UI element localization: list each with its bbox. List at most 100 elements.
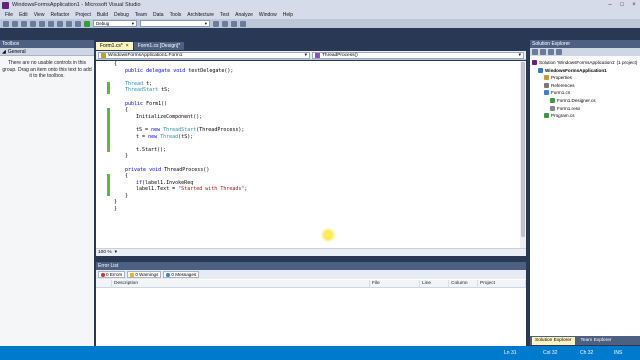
- code-line: tS = new ThreadStart(ThreadProcess);: [136, 126, 245, 133]
- new-project-icon[interactable]: [3, 20, 9, 27]
- member-combo[interactable]: ThreadProcess() ▾: [312, 51, 524, 59]
- project-icon: [538, 67, 543, 73]
- toolbox-group-general[interactable]: ◢ General: [0, 48, 94, 56]
- start-debugging-icon[interactable]: [84, 20, 90, 27]
- tree-item-label: Form1.resx: [557, 105, 581, 111]
- window-title: WindowsFormsApplication1 - Microsoft Vis…: [12, 2, 141, 8]
- column-line[interactable]: Line: [420, 279, 449, 288]
- code-line: label1.Text = "Started with Threads";: [136, 186, 248, 193]
- tab-label: Form1.cs [Design]*: [137, 43, 181, 49]
- menu-help[interactable]: Help: [280, 12, 296, 18]
- error-list-title: Error List: [98, 263, 119, 269]
- messages-filter-button[interactable]: 0 Messages: [163, 271, 200, 278]
- status-bar: Ln 31 Col 32 Ch 32 INS: [0, 346, 640, 360]
- editor-tab-strip: Form1.cs* × Form1.cs [Design]*: [96, 42, 526, 50]
- refresh-icon[interactable]: [548, 49, 554, 55]
- solution-tree-item[interactable]: References: [544, 82, 575, 88]
- redo-icon[interactable]: [75, 20, 81, 27]
- solution-tree-item[interactable]: Form1.Designer.cs: [550, 98, 596, 103]
- menu-debug[interactable]: Debug: [111, 12, 132, 18]
- save-icon[interactable]: [21, 20, 27, 27]
- properties-icon[interactable]: [532, 49, 538, 55]
- navigation-bar: WindowsFormsApplication1.Form1 ▾ ThreadP…: [96, 51, 526, 60]
- tree-item-label: Form1.cs: [551, 90, 571, 96]
- menu-tools[interactable]: Tools: [167, 12, 185, 18]
- menu-window[interactable]: Window: [256, 12, 280, 18]
- tree-item-label: Properties: [551, 75, 572, 81]
- cut-icon[interactable]: [39, 20, 45, 27]
- tab-team-explorer[interactable]: Team Explorer: [578, 337, 615, 345]
- tree-item-label: Form1.Designer.cs: [557, 98, 596, 103]
- cs-file-icon: [544, 113, 549, 119]
- solution-tree-item[interactable]: Form1.cs: [544, 90, 571, 96]
- collapse-triangle-icon: ◢: [2, 48, 6, 55]
- menu-view[interactable]: View: [31, 12, 48, 18]
- chevron-down-icon[interactable]: ▾: [115, 250, 117, 255]
- menu-data[interactable]: Data: [150, 12, 167, 18]
- status-char: Ch 32: [580, 350, 594, 356]
- solution-explorer-title: Solution Explorer: [532, 41, 571, 47]
- zoom-level[interactable]: 100 %: [98, 250, 112, 255]
- solution-tree-item[interactable]: WindowsFormsApplication1: [538, 67, 607, 73]
- column-column[interactable]: Column: [449, 279, 478, 288]
- undo-icon[interactable]: [66, 20, 72, 27]
- errors-filter-button[interactable]: 0 Errors: [98, 271, 126, 278]
- paste-icon[interactable]: [57, 20, 63, 27]
- toolbox-icon[interactable]: [240, 20, 246, 27]
- minimize-button[interactable]: –: [604, 0, 616, 9]
- properties-window-icon[interactable]: [231, 20, 237, 27]
- code-lines: {public delegate void testDelegate(); Thr…: [114, 61, 514, 213]
- cs-file-icon: [550, 98, 555, 103]
- member-value: ThreadProcess(): [322, 52, 358, 58]
- maximize-button[interactable]: □: [616, 0, 628, 9]
- find-icon[interactable]: [213, 20, 219, 27]
- change-marker: [107, 82, 110, 94]
- scrollbar-thumb[interactable]: [521, 62, 525, 237]
- copy-icon[interactable]: [48, 20, 54, 27]
- tab-form1-cs[interactable]: Form1.cs* ×: [96, 42, 133, 50]
- method-icon: [315, 52, 320, 58]
- tab-label: Form1.cs*: [100, 43, 123, 49]
- menu-architecture[interactable]: Architecture: [184, 12, 217, 18]
- tab-form1-design[interactable]: Form1.cs [Design]*: [133, 42, 185, 50]
- code-line: public Form1(): [125, 100, 168, 107]
- menu-build[interactable]: Build: [94, 12, 111, 18]
- column-file[interactable]: File: [370, 279, 420, 288]
- change-marker: [107, 174, 110, 196]
- close-icon[interactable]: ×: [126, 43, 129, 49]
- solution-explorer-icon[interactable]: [222, 20, 228, 27]
- column-description[interactable]: Description: [112, 279, 370, 288]
- standard-toolbar: Debug ▾ ▾: [0, 19, 640, 28]
- solution-configuration-combo[interactable]: Debug ▾: [93, 20, 137, 27]
- menu-edit[interactable]: Edit: [16, 12, 31, 18]
- close-button[interactable]: ×: [628, 0, 640, 9]
- view-code-icon[interactable]: [556, 49, 562, 55]
- save-all-icon[interactable]: [30, 20, 36, 27]
- messages-count: 0 Messages: [171, 272, 197, 277]
- solution-tree-item[interactable]: Solution 'WindowsFormsApplication1' (1 p…: [532, 60, 637, 65]
- code-line: }: [125, 192, 129, 199]
- menu-refactor[interactable]: Refactor: [47, 12, 72, 18]
- menu-analyze[interactable]: Analyze: [232, 12, 256, 18]
- menu-test[interactable]: Test: [217, 12, 232, 18]
- status-insert-mode: INS: [614, 350, 623, 356]
- type-combo[interactable]: WindowsFormsApplication1.Form1 ▾: [98, 51, 310, 59]
- visual-studio-window: WindowsFormsApplication1 - Microsoft Vis…: [0, 0, 640, 360]
- warnings-filter-button[interactable]: 0 Warnings: [127, 271, 162, 278]
- tab-solution-explorer[interactable]: Solution Explorer: [532, 336, 575, 345]
- column-project[interactable]: Project: [478, 279, 526, 288]
- chevron-down-icon: ▾: [204, 21, 207, 26]
- solution-tree-item[interactable]: Program.cs: [544, 113, 575, 119]
- show-all-files-icon[interactable]: [540, 49, 546, 55]
- solution-tree-item[interactable]: Form1.resx: [550, 105, 581, 111]
- open-file-icon[interactable]: [12, 20, 18, 27]
- code-line: private void ThreadProcess(): [125, 166, 210, 173]
- solution-tree-item[interactable]: Properties: [544, 75, 572, 81]
- find-combo[interactable]: ▾: [140, 20, 210, 27]
- code-line: ThreadStart tS;: [125, 87, 171, 94]
- menu-team[interactable]: Team: [132, 12, 150, 18]
- menu-project[interactable]: Project: [72, 12, 94, 18]
- menu-file[interactable]: File: [2, 12, 16, 18]
